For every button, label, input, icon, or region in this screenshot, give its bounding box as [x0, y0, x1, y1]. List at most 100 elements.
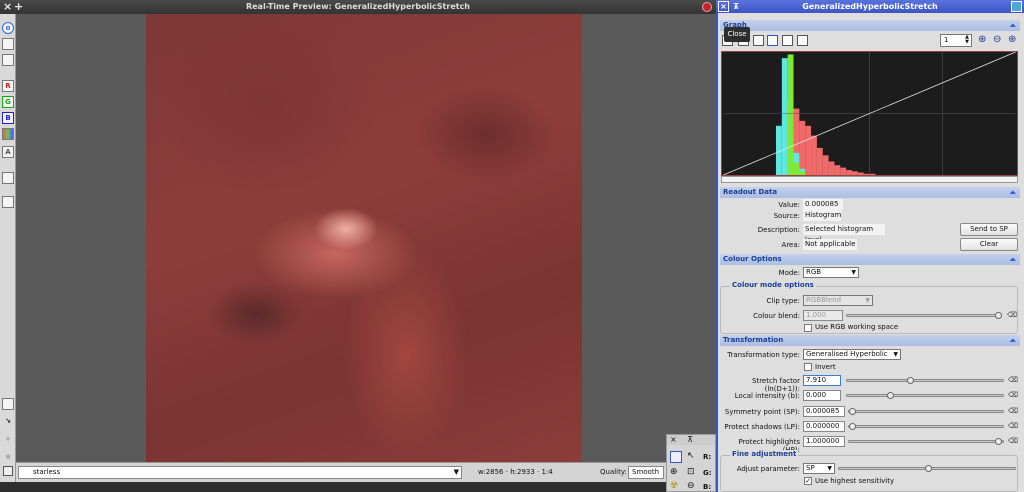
clip-type-select[interactable]: RGBBlend ▼ — [803, 295, 873, 306]
layers-icon[interactable] — [2, 54, 14, 66]
reset-icon[interactable]: ⌫ — [1008, 408, 1018, 415]
pin-icon[interactable]: ⊼ — [733, 0, 740, 13]
section-readout-label: Readout Data — [723, 188, 778, 196]
adjust-parameter-select[interactable]: SP ▼ — [803, 463, 835, 474]
fine-adjustment-slider[interactable] — [838, 465, 1016, 472]
pin-icon[interactable]: ⊼ — [687, 435, 693, 444]
zoom-in-icon[interactable]: ⊕ — [670, 467, 678, 477]
green-readout: G: — [703, 469, 712, 477]
protect-shadows-input[interactable]: 0.000000 — [803, 421, 845, 432]
colour-blend-slider[interactable] — [846, 312, 1002, 319]
preview-close-button[interactable] — [702, 2, 712, 12]
radiation-icon[interactable]: ☢ — [670, 481, 678, 491]
symmetry-point-label: Symmetry point (SP): — [724, 408, 800, 416]
move-icon[interactable]: + — [2, 434, 14, 446]
section-colour[interactable]: Colour Options ⏶ — [720, 254, 1020, 265]
sensitivity-checkbox[interactable]: ✓ — [804, 477, 812, 485]
sensitivity-label: Use highest sensitivity — [815, 477, 895, 485]
histogram-graph[interactable] — [721, 51, 1018, 176]
slider-knob[interactable] — [849, 408, 856, 415]
send-to-sp-button[interactable]: Send to SP — [960, 223, 1018, 236]
collapse-icon[interactable]: ⏶ — [1010, 335, 1016, 346]
section-graph[interactable]: Graph ⏶ — [720, 20, 1020, 31]
alpha-channel-icon[interactable]: A — [2, 146, 14, 158]
cursor-icon[interactable]: ↖ — [687, 451, 695, 461]
close-icon[interactable]: × — [718, 1, 729, 12]
source-field: Histogram — [803, 210, 842, 221]
camera-icon[interactable] — [2, 172, 14, 184]
nebula-image[interactable] — [146, 14, 582, 462]
zoom-fit-icon[interactable]: ⊡ — [687, 467, 695, 477]
local-intensity-input[interactable]: 0.000 — [803, 390, 841, 401]
circle-icon[interactable]: o — [2, 22, 14, 34]
reset-icon[interactable]: ⌫ — [1007, 312, 1017, 319]
image-dimensions: w:2856 · h:2933 · 1:4 — [478, 468, 553, 476]
histogram-bar-red — [863, 173, 870, 175]
close-icon[interactable]: × — [3, 0, 12, 13]
colour-blend-input[interactable]: 1.000 — [803, 310, 843, 321]
slider-knob[interactable] — [995, 438, 1002, 445]
stack-icon[interactable] — [2, 196, 14, 208]
zoom-fit-icon[interactable]: ⊕ — [1008, 34, 1016, 45]
protect-highlights-input[interactable]: 1.000000 — [803, 436, 845, 447]
collapse-icon[interactable]: ⏶ — [1010, 20, 1016, 31]
local-intensity-slider[interactable] — [846, 392, 1004, 399]
view-selector[interactable]: starless ▼ — [18, 466, 462, 479]
clear-button[interactable]: Clear — [960, 238, 1018, 251]
rgb-channel-icon[interactable] — [2, 128, 14, 140]
invert-checkbox[interactable] — [804, 363, 812, 371]
slider-knob[interactable] — [907, 377, 914, 384]
process-titlebar[interactable]: × ⊼ GeneralizedHyperbolicStretch — [716, 0, 1024, 13]
pan-icon[interactable]: ⊕ — [2, 452, 14, 464]
zoom-out-icon[interactable]: ⊖ — [993, 34, 1001, 45]
collapse-icon[interactable]: ⏶ — [1010, 187, 1016, 198]
green-channel-icon[interactable]: G — [2, 96, 14, 108]
curve-down-icon[interactable] — [782, 35, 793, 46]
slider-knob[interactable] — [887, 392, 894, 399]
stretch-factor-slider[interactable] — [846, 377, 1004, 384]
reset-icon[interactable]: ⌫ — [1008, 392, 1018, 399]
shade-icon[interactable] — [1011, 1, 1022, 12]
quality-selector[interactable]: Smooth — [628, 466, 664, 479]
stretch-factor-input[interactable]: 7.910 — [803, 375, 841, 386]
grid-icon[interactable] — [767, 35, 778, 46]
transformation-type-select[interactable]: Generalised Hyperbolic ▼ — [803, 349, 901, 360]
graph-zoom-value: 1 — [944, 36, 949, 44]
graph-zoom-input[interactable]: 1 ▲ ▼ — [940, 34, 972, 47]
slider-knob[interactable] — [925, 465, 932, 472]
blue-channel-icon[interactable]: B — [2, 112, 14, 124]
zoom-in-icon[interactable]: ⊕ — [978, 34, 986, 45]
symmetry-point-input[interactable]: 0.000085 — [803, 406, 845, 417]
preview-titlebar[interactable]: × + Real-Time Preview: GeneralizedHyperb… — [0, 0, 716, 14]
chevron-down-icon: ▼ — [851, 269, 856, 276]
reset-icon[interactable]: ⌫ — [1008, 438, 1018, 445]
red-readout: R: — [703, 453, 712, 461]
zoom-out-icon[interactable]: ⊖ — [687, 481, 695, 491]
section-transformation[interactable]: Transformation ⏶ — [720, 335, 1020, 346]
graph-scale-bar[interactable] — [721, 176, 1018, 183]
protect-shadows-slider[interactable] — [848, 423, 1004, 430]
fullscreen-icon[interactable] — [3, 466, 13, 476]
section-readout[interactable]: Readout Data ⏶ — [720, 187, 1020, 198]
curve-graph-icon[interactable] — [753, 35, 764, 46]
protect-highlights-slider[interactable] — [848, 438, 1004, 445]
histogram-toggle-icon[interactable] — [797, 35, 808, 46]
collapse-icon[interactable]: ⏶ — [1010, 254, 1016, 265]
quality-label: Quality: — [600, 468, 627, 476]
histogram-bar-red — [828, 161, 835, 175]
window-icon[interactable] — [2, 38, 14, 50]
slider-knob[interactable] — [849, 423, 856, 430]
mode-select[interactable]: RGB ▼ — [803, 267, 859, 278]
arrow-icon[interactable]: ↘ — [2, 416, 14, 428]
link-icon[interactable] — [670, 451, 682, 463]
working-space-checkbox[interactable] — [804, 324, 812, 332]
reset-icon[interactable]: ⌫ — [1008, 423, 1018, 430]
spin-icon[interactable]: ▲ ▼ — [965, 35, 969, 45]
close-icon[interactable]: × — [670, 435, 677, 444]
symmetry-point-slider[interactable] — [848, 408, 1004, 415]
reset-icon[interactable]: ⌫ — [1008, 377, 1018, 384]
slider-knob[interactable] — [995, 312, 1002, 319]
red-channel-icon[interactable]: R — [2, 80, 14, 92]
fit-icon[interactable] — [2, 398, 14, 410]
add-icon[interactable]: + — [14, 0, 23, 13]
